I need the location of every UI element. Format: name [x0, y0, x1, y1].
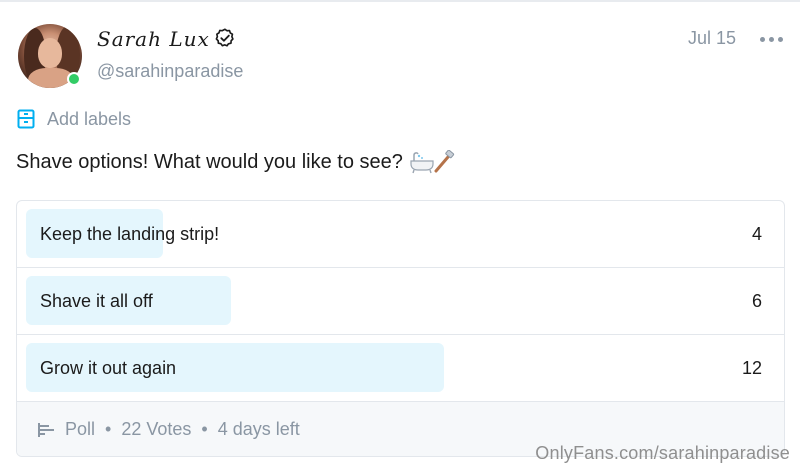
divider	[0, 0, 800, 2]
author-handle[interactable]: @sarahinparadise	[97, 61, 243, 82]
poll-type-label: Poll	[65, 419, 96, 439]
poll-option[interactable]: Keep the landing strip! 4	[17, 201, 784, 267]
poll: Keep the landing strip! 4 Shave it all o…	[16, 200, 785, 457]
author-name[interactable]: Sarah Lux	[97, 27, 210, 51]
poll-option[interactable]: Grow it out again 12	[17, 334, 784, 400]
bathtub-and-razor-icon	[410, 150, 454, 174]
post-text: Shave options! What would you like to se…	[16, 150, 455, 174]
watermark: OnlyFans.com/sarahinparadise	[535, 443, 790, 463]
separator-dot: •	[105, 419, 112, 439]
online-status-dot	[67, 72, 81, 86]
poll-option[interactable]: Shave it all off 6	[17, 267, 784, 333]
poll-vote-count: 22 Votes	[121, 419, 192, 439]
separator-dot: •	[201, 419, 208, 439]
poll-option-votes: 12	[741, 358, 762, 378]
poll-option-label: Keep the landing strip!	[40, 224, 220, 244]
more-options-icon[interactable]	[760, 36, 784, 44]
poll-time-left: 4 days left	[217, 419, 300, 439]
poll-option-label: Shave it all off	[40, 291, 153, 311]
verified-icon	[215, 28, 234, 47]
label-bookmark-icon	[17, 109, 35, 129]
poll-icon	[38, 422, 54, 437]
add-labels-button[interactable]: Add labels	[17, 107, 131, 131]
add-labels-label: Add labels	[47, 108, 132, 129]
poll-option-label: Grow it out again	[40, 358, 177, 378]
post-card: Sarah Lux @sarahinparadise Jul 15 Add la…	[0, 0, 800, 473]
post-date[interactable]: Jul 15	[688, 28, 736, 49]
post-text-content: Shave options! What would you like to se…	[16, 150, 403, 173]
poll-option-votes: 6	[751, 291, 762, 311]
poll-option-votes: 4	[751, 224, 762, 244]
